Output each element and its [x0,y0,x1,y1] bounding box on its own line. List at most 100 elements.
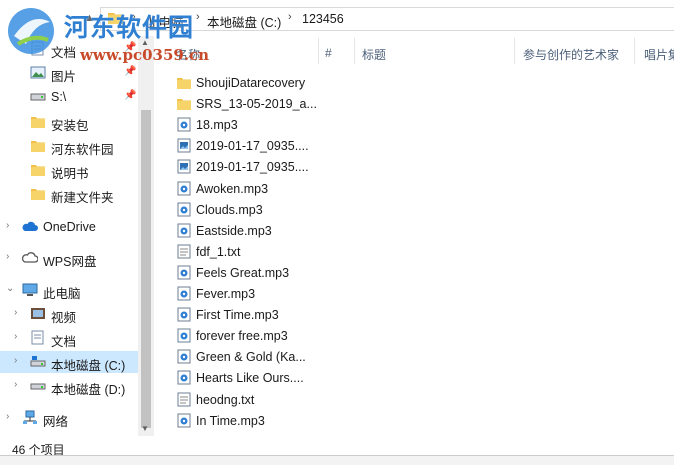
column-artist[interactable]: 参与创作的艺术家 [523,46,619,63]
nav-item-label: 安装包 [51,119,89,133]
file-row[interactable]: heodng.txt [170,389,320,410]
column-divider[interactable] [514,38,515,64]
nav-item-this-pc[interactable]: ⌄ 此电脑 [0,279,140,301]
pin-icon: 📌 [124,90,137,101]
file-row[interactable]: fdf_1.txt [170,241,320,262]
file-row[interactable]: 2019-01-17_0935.... [170,156,320,177]
nav-item-folder-manuals[interactable]: 说明书 [0,159,140,181]
nav-item-onedrive[interactable]: › OneDrive [0,216,140,238]
chevron-right-icon[interactable]: › [6,251,9,262]
column-divider[interactable] [318,38,319,64]
audio-file-icon [177,286,191,301]
watermark-url: www.pc0359.cn [80,46,210,64]
nav-item-folder-hedong[interactable]: 河东软件园 [0,135,140,157]
nav-item-label: 此电脑 [43,287,81,301]
nav-item-label: 河东软件园 [51,143,114,157]
file-row[interactable]: Awoken.mp3 [170,178,320,199]
file-row[interactable]: 2019-01-17_0935.... [170,135,320,156]
nav-item-pictures-pinned[interactable]: 图片 📌 [0,62,140,84]
file-name: 2019-01-17_0935.... [196,139,309,154]
file-row[interactable]: Hearts Like Ours.... [170,367,320,388]
file-row[interactable]: 18.mp3 [170,114,320,135]
file-name: Feels Great.mp3 [196,265,290,280]
computer-icon [22,283,38,296]
file-name: Green & Gold (Ka... [196,350,306,365]
file-row[interactable]: Clouds.mp3 [170,199,320,220]
chevron-right-icon[interactable]: › [6,411,9,422]
audio-file-icon [177,413,191,428]
file-row[interactable]: Eastside.mp3 [170,220,320,241]
nav-item-label: 说明书 [51,167,89,181]
audio-file-icon [177,202,191,217]
nav-item-network[interactable]: › 网络 [0,407,140,429]
audio-file-icon [177,181,191,195]
nav-item-label: WPS网盘 [43,255,97,269]
chevron-right-icon[interactable]: › [288,11,292,23]
file-name: Fever.mp3 [196,287,256,301]
pin-icon: 📌 [124,66,137,77]
file-name: 18.mp3 [196,118,238,133]
nav-item-s-drive[interactable]: S:\ 📌 [0,86,140,108]
chevron-right-icon[interactable]: › [14,331,17,342]
chevron-down-icon[interactable]: ⌄ [6,283,14,294]
file-row[interactable]: Fever.mp3 [170,283,320,304]
scrollbar-thumb[interactable] [141,110,151,428]
watermark-title: 河东软件园 [64,13,195,42]
folder-icon [31,189,45,200]
nav-item-local-disk-d[interactable]: › 本地磁盘 (D:) [0,375,140,397]
drive-c-icon [30,356,46,367]
chevron-right-icon[interactable]: › [14,379,17,390]
file-row[interactable]: Feels Great.mp3 [170,262,320,283]
nav-item-label: OneDrive [43,220,96,234]
nav-item-label: 本地磁盘 (C:) [51,359,126,373]
file-name: Awoken.mp3 [196,181,269,196]
file-name: fdf_1.txt [196,244,241,259]
file-name: Hearts Like Ours.... [196,371,304,386]
file-name: heodng.txt [196,392,255,407]
column-number[interactable]: # [325,46,332,60]
underlying-window-edge [0,455,674,465]
column-header: 名称 # 标题 参与创作的艺术家 唱片集 [154,36,674,68]
drive-icon [30,93,46,101]
column-divider[interactable] [354,38,355,64]
audio-file-icon [177,117,191,132]
nav-item-label: 文档 [51,335,77,349]
scroll-down-arrow-icon[interactable]: ▼ [141,424,149,433]
column-title[interactable]: 标题 [362,46,386,63]
file-row[interactable]: forever free.mp3 [170,325,320,346]
cloud-outline-icon [22,252,38,263]
folder-icon [177,99,191,111]
folder-icon [31,141,45,152]
nav-item-local-disk-c[interactable]: › 本地磁盘 (C:) [0,351,140,373]
breadcrumb-local-disk-c[interactable]: 本地磁盘 (C:) [207,12,281,31]
file-row[interactable]: First Time.mp3 [170,304,320,325]
chevron-right-icon[interactable]: › [196,11,200,23]
file-name: Eastside.mp3 [196,223,272,238]
nav-item-documents[interactable]: › 文档 [0,327,140,349]
nav-item-videos[interactable]: › 视频 [0,303,140,325]
text-file-icon [177,244,191,259]
file-row[interactable]: In Time.mp3 [170,410,320,431]
file-name: 2019-01-17_0935.... [196,160,309,175]
navigation-pane: 文档 📌 图片 📌 S:\ 📌 安装包 河东软件园 说明书 新建文件夹 › On… [0,36,154,436]
file-name: ShoujiDatarecovery [196,76,306,90]
chevron-right-icon[interactable]: › [14,355,17,366]
file-name: In Time.mp3 [196,413,265,428]
folder-icon [31,165,45,176]
documents-icon [31,330,44,345]
file-row[interactable]: ShoujiDatarecovery [170,72,320,93]
video-icon [31,308,45,319]
folder-icon [31,117,45,128]
nav-item-folder-new[interactable]: 新建文件夹 [0,183,140,205]
breadcrumb-current-folder[interactable]: 123456 [302,12,344,26]
chevron-right-icon[interactable]: › [14,307,17,318]
watermark-logo-icon [8,8,54,54]
nav-item-folder-installers[interactable]: 安装包 [0,111,140,133]
file-row[interactable]: Green & Gold (Ka... [170,346,320,367]
column-divider[interactable] [634,38,635,64]
column-album[interactable]: 唱片集 [644,46,674,63]
chevron-right-icon[interactable]: › [6,220,9,231]
nav-scrollbar[interactable]: ▲ ▼ [138,36,154,436]
nav-item-wps-cloud[interactable]: › WPS网盘 [0,247,140,269]
file-row[interactable]: SRS_13-05-2019_a... [170,93,320,114]
